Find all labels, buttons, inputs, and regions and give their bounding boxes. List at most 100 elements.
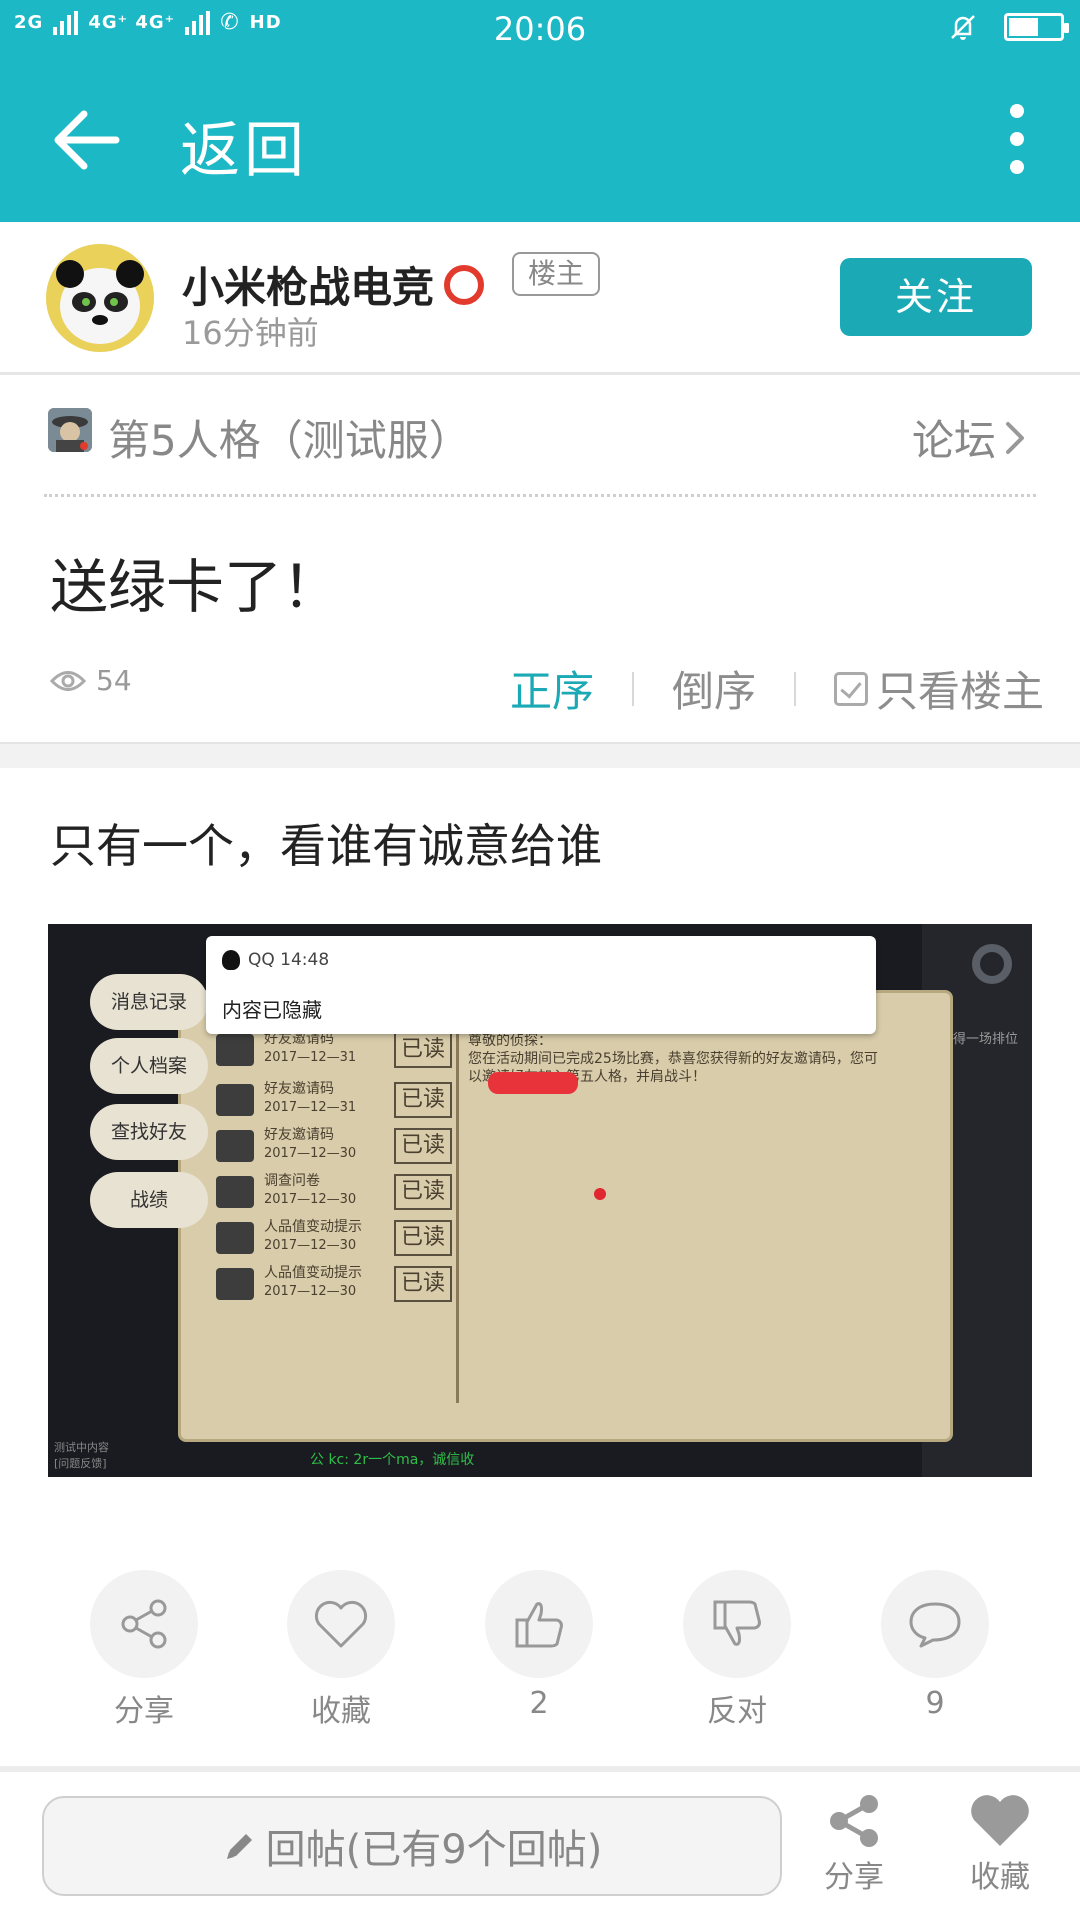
more-vertical-icon[interactable] [1002, 104, 1032, 174]
forum-row[interactable]: 第5人格（测试服） 论坛 [0, 375, 1080, 495]
bottom-favorite-button[interactable]: 收藏 [950, 1792, 1050, 1896]
pencil-icon [226, 1834, 252, 1859]
post-title: 送绿卡了！ [50, 553, 341, 621]
action-label: 收藏 [311, 1694, 371, 1729]
read-stamp: 已读 [394, 1082, 452, 1118]
sort-separator [632, 671, 635, 706]
feedback-text: 测试中内容 [问题反馈] [54, 1441, 109, 1470]
forum-name: 第5人格（测试服） [108, 416, 471, 465]
envelope-icon [216, 1268, 254, 1300]
message-date: 2017—12—30 [264, 1284, 357, 1299]
read-stamp: 已读 [394, 1220, 452, 1256]
top-bar: 2G 4G⁺ 4G⁺ ✆ HD 20:06 返回 [0, 0, 1080, 222]
redaction-mark [488, 1072, 578, 1094]
message-date: 2017—12—31 [264, 1050, 357, 1065]
rank-text: 得一场排位 [952, 1032, 1018, 1047]
message-row: 人品值变动提示 2017—12—30 已读 [208, 1216, 458, 1260]
envelope-icon [216, 1034, 254, 1066]
read-stamp: 已读 [394, 1128, 452, 1164]
bell-mute-icon [951, 15, 975, 40]
letter-greeting: 尊敬的侦探： [468, 1033, 552, 1049]
heart-icon [287, 1570, 395, 1678]
op-badge: 楼主 [512, 252, 600, 296]
sort-controls: 正序 倒序 只看楼主 [510, 658, 1044, 719]
action-label: 2 [529, 1686, 549, 1721]
message-title: 好友邀请码 [264, 1127, 334, 1143]
status-right [948, 12, 1069, 42]
heart-icon [971, 1795, 1029, 1846]
read-stamp: 已读 [394, 1266, 452, 1302]
status-bar: 2G 4G⁺ 4G⁺ ✆ HD 20:06 [0, 0, 1080, 60]
bottom-favorite-label: 收藏 [970, 1860, 1030, 1895]
forum-link[interactable]: 论坛 [912, 407, 1026, 468]
message-row: 好友邀请码 2017—12—31 已读 [208, 1078, 458, 1122]
action-label: 9 [925, 1686, 945, 1721]
message-date: 2017—12—31 [264, 1100, 357, 1115]
thumbs-down-icon [683, 1570, 791, 1678]
side-tab: 查找好友 [90, 1104, 208, 1160]
envelope-icon [216, 1222, 254, 1254]
chat-line: 公 kc: 2r一个ma，诚信收 [310, 1452, 475, 1468]
only-op-toggle[interactable]: 只看楼主 [834, 658, 1044, 719]
notification-message: 内容已隐藏 [222, 998, 322, 1022]
envelope-icon [216, 1084, 254, 1116]
envelope-icon [216, 1176, 254, 1208]
like-action[interactable]: 2 [484, 1570, 594, 1721]
message-title: 人品值变动提示 [264, 1265, 362, 1281]
favorite-action[interactable]: 收藏 [286, 1570, 396, 1730]
arrow-left-icon[interactable] [50, 108, 122, 172]
eye-icon [50, 670, 86, 691]
thumbs-up-icon [485, 1570, 593, 1678]
clock: 20:06 [493, 10, 587, 48]
follow-button[interactable]: 关注 [840, 258, 1032, 336]
forum-link-label: 论坛 [911, 416, 996, 465]
message-date: 2017—12—30 [264, 1192, 357, 1207]
read-stamp: 已读 [394, 1174, 452, 1210]
section-gap [0, 742, 1080, 768]
author-row: 小米枪战电竞 楼主 16分钟前 关注 [0, 222, 1080, 372]
chevron-right-icon [1006, 421, 1024, 454]
action-label: 分享 [114, 1694, 174, 1729]
message-title: 调查问卷 [264, 1173, 320, 1189]
sort-asc-button[interactable]: 正序 [510, 658, 594, 719]
share-action[interactable]: 分享 [89, 1570, 199, 1730]
gear-icon [972, 944, 1012, 984]
author-name[interactable]: 小米枪战电竞 [182, 254, 485, 315]
dislike-action[interactable]: 反对 [682, 1570, 792, 1730]
reply-input[interactable]: 回帖(已有9个回帖) [42, 1796, 782, 1896]
share-icon [90, 1570, 198, 1678]
read-stamp: 已读 [394, 1032, 452, 1068]
message-row: 好友邀请码 2017—12—31 已读 [208, 1028, 458, 1072]
envelope-icon [216, 1130, 254, 1162]
forum-avatar [48, 408, 92, 452]
comment-action[interactable]: 9 [880, 1570, 990, 1721]
message-date: 2017—12—30 [264, 1146, 357, 1161]
post-image[interactable]: 消息记录 个人档案 查找好友 战绩 好友邀请码 2017—12—31 已读 好友… [48, 924, 1032, 1477]
battery-icon [1004, 13, 1069, 41]
view-count-value: 54 [96, 664, 132, 697]
app-bar: 返回 [0, 60, 1080, 222]
notification-header: QQ 14:48 [222, 950, 329, 970]
bottom-share-button[interactable]: 分享 [804, 1792, 904, 1896]
message-title: 好友邀请码 [264, 1081, 334, 1097]
post-time: 16分钟前 [182, 314, 319, 352]
verified-ring-icon [444, 264, 485, 305]
avatar[interactable] [46, 244, 154, 352]
side-tab: 战绩 [90, 1172, 208, 1228]
sort-desc-button[interactable]: 倒序 [672, 658, 756, 719]
qq-notification: QQ 14:48 内容已隐藏 [206, 936, 876, 1034]
side-tab: 消息记录 [90, 974, 208, 1030]
dotted-divider [44, 494, 1036, 497]
comment-icon [881, 1570, 989, 1678]
post-body: 只有一个，看谁有诚意给谁 [50, 819, 602, 873]
share-icon [830, 1795, 878, 1847]
view-count: 54 [50, 664, 132, 697]
checkbox-icon [834, 671, 869, 706]
back-button-label[interactable]: 返回 [180, 102, 308, 189]
message-row: 人品值变动提示 2017—12—30 已读 [208, 1262, 458, 1306]
qq-penguin-icon [222, 950, 240, 970]
action-bar: 分享 收藏 2 反对 9 [0, 1570, 1080, 1740]
message-title: 人品值变动提示 [264, 1219, 362, 1235]
red-dot [594, 1188, 606, 1200]
notification-app-time: QQ 14:48 [248, 950, 330, 970]
